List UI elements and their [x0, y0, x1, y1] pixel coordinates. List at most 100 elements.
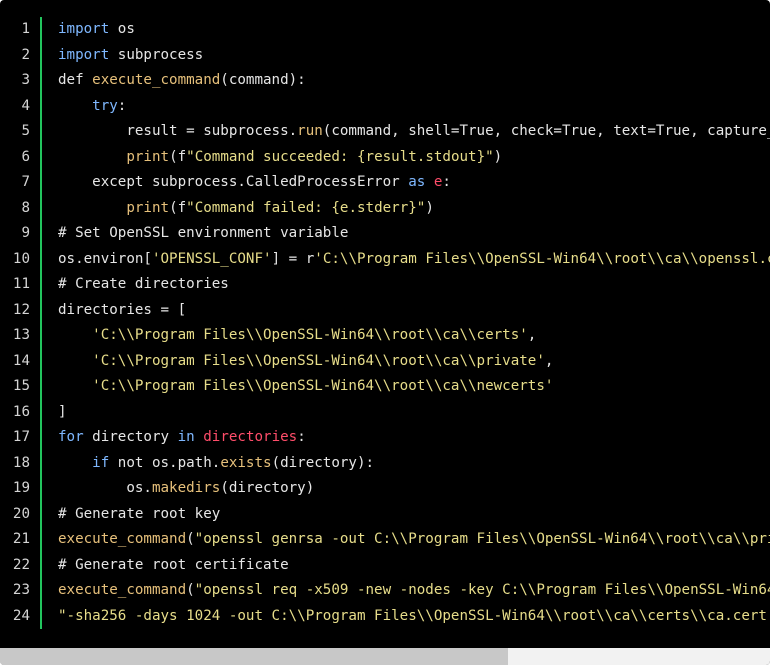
code-token: # Set OpenSSL environment variable [58, 225, 349, 241]
line-number: 6 [21, 148, 30, 165]
line-number: 17 [12, 429, 30, 445]
code-line[interactable]: execute_command("openssl req -x509 -new … [58, 578, 770, 604]
code-token: (command, shell=True, check=True, text=T… [322, 123, 770, 139]
line-number: 20 [12, 505, 30, 522]
code-line[interactable]: "-sha256 -days 1024 -out C:\\Program Fil… [58, 604, 770, 630]
code-line[interactable]: for directory in directories: [58, 425, 770, 451]
code-token: exists [220, 454, 272, 471]
code-token: directories = [ [58, 301, 187, 318]
code-token: : [297, 429, 306, 445]
code-line[interactable]: def execute_command(command): [58, 68, 770, 94]
line-number: 23 [12, 582, 30, 598]
code-token: "Command failed: {e.stderr}" [186, 199, 426, 216]
code-token: execute_command [58, 531, 187, 547]
line-number: 8 [21, 199, 30, 216]
code-line[interactable]: # Create directories [58, 272, 770, 298]
code-line[interactable]: os.environ['OPENSSL_CONF'] = r'C:\\Progr… [58, 247, 770, 273]
code-token: in [177, 429, 195, 445]
code-line[interactable]: import subprocess [58, 43, 770, 69]
code-token: except subprocess.CalledProcessError [58, 174, 409, 190]
code-line[interactable]: print(f"Command succeeded: {result.stdou… [58, 145, 770, 171]
code-token: as [408, 174, 426, 190]
code-token: ) [493, 148, 503, 165]
code-token: , [544, 352, 554, 369]
code-line[interactable]: directories = [ [58, 298, 770, 324]
code-line[interactable]: import os [58, 17, 770, 43]
code-token: not os.path. [109, 454, 221, 471]
code-line[interactable]: print(f"Command failed: {e.stderr}") [58, 196, 770, 222]
line-number: 12 [12, 301, 30, 318]
horizontal-scrollbar[interactable] [0, 648, 770, 665]
horizontal-scrollbar-thumb[interactable] [0, 648, 509, 665]
code-token: (directory): [271, 454, 375, 471]
code-token: print [126, 199, 170, 216]
line-number: 2 [21, 46, 30, 63]
code-token: , [527, 327, 537, 343]
code-line[interactable]: result = subprocess.run(command, shell=T… [58, 119, 770, 145]
line-number-gutter: 1 2 3 4 5 6 7 8 9 10 11 12 13 14 15 16 17 18 19 20 21 22 23 24 [0, 17, 40, 629]
code-token: : [117, 97, 127, 114]
code-token: "-sha256 -days 1024 -out C:\\Program Fil… [58, 607, 770, 624]
code-token: ] = r [271, 250, 315, 267]
code-token: (command): [220, 72, 306, 88]
code-token: os.environ[ [58, 250, 152, 267]
code-token: def [58, 72, 93, 88]
code-token: import [58, 46, 110, 63]
line-number: 5 [21, 123, 30, 139]
line-number: 15 [12, 378, 30, 394]
code-token: ) [425, 199, 434, 216]
code-line[interactable]: if not os.path.exists(directory): [58, 451, 770, 477]
code-area[interactable]: import os import subprocess def execute_co… [58, 17, 770, 629]
line-number: 9 [21, 225, 30, 241]
code-line[interactable]: 'C:\\Program Files\\OpenSSL-Win64\\root\… [58, 349, 770, 375]
line-number: 13 [12, 327, 30, 343]
code-line[interactable]: 'C:\\Program Files\\OpenSSL-Win64\\root\… [58, 374, 770, 400]
line-number: 24 [12, 607, 30, 624]
code-line[interactable]: try: [58, 94, 770, 120]
code-line[interactable]: # Generate root certificate [58, 553, 770, 579]
code-token: (directory) [220, 480, 315, 496]
code-token: for [58, 429, 84, 445]
code-line[interactable]: execute_command("openssl genrsa -out C:\… [58, 527, 770, 553]
code-line[interactable]: os.makedirs(directory) [58, 476, 770, 502]
code-line[interactable]: # Generate root key [58, 502, 770, 528]
code-token: (f [169, 199, 187, 216]
code-line[interactable]: ] [58, 400, 770, 426]
code-token: # Generate root key [58, 505, 221, 522]
code-token: try [92, 97, 118, 114]
line-number: 18 [12, 454, 30, 471]
line-number: 21 [12, 531, 30, 547]
code-token: # Generate root certificate [58, 556, 289, 573]
code-token: execute_command [92, 72, 221, 88]
line-number: 10 [12, 250, 30, 267]
code-token: 'OPENSSL_CONF' [151, 250, 272, 267]
code-token: (f [169, 148, 187, 165]
line-number: 4 [21, 97, 30, 114]
code-token: ( [186, 582, 195, 598]
code-editor[interactable]: 1 2 3 4 5 6 7 8 9 10 11 12 13 14 15 16 17 18 19 20 21 22 23 24 … [0, 0, 770, 665]
code-line[interactable]: 'C:\\Program Files\\OpenSSL-Win64\\root\… [58, 323, 770, 349]
code-token: subprocess [109, 46, 204, 63]
line-number: 22 [12, 556, 30, 573]
code-token: ] [58, 403, 67, 420]
code-token: run [297, 123, 323, 139]
code-token: directory [83, 429, 178, 445]
code-token: : [442, 174, 451, 190]
line-number: 19 [12, 480, 30, 496]
code-token: "Command succeeded: {result.stdout}" [186, 148, 494, 165]
code-token: execute_command [58, 582, 187, 598]
code-line[interactable]: except subprocess.CalledProcessError as … [58, 170, 770, 196]
code-line[interactable]: # Set OpenSSL environment variable [58, 221, 770, 247]
code-token: import [58, 21, 110, 37]
code-token: result = subprocess. [58, 123, 298, 139]
code-token: print [126, 148, 170, 165]
line-number: 7 [21, 174, 30, 190]
line-number: 16 [12, 403, 30, 420]
